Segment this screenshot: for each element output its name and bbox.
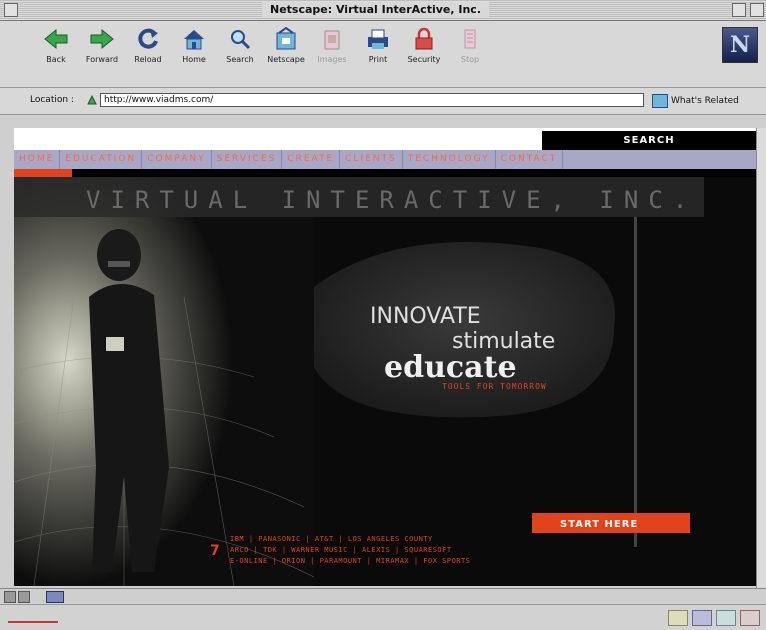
zoom-box-icon[interactable]: [732, 3, 746, 17]
page-content: SEARCH HOME EDUCATION COMPANY SERVICES C…: [14, 128, 756, 586]
netscape-icon: [276, 27, 296, 50]
client-line-2: ARCO | TDK | WARNER MUSIC | ALEXIS | SQU…: [230, 546, 452, 554]
nav-home[interactable]: HOME: [14, 150, 61, 169]
reload-icon: [138, 28, 158, 49]
home-active-marker: [14, 169, 72, 177]
client-line-3: E-ONLINE | ORION | PARAMOUNT | MIRAMAX |…: [230, 557, 470, 565]
scroll-right-arrow-icon[interactable]: [18, 591, 30, 603]
connection-status-icon: [8, 611, 58, 623]
stop-button[interactable]: Stop: [448, 27, 492, 83]
site-nav: HOME EDUCATION COMPANY SERVICES CREATE C…: [14, 150, 756, 169]
whats-related-button[interactable]: What's Related: [652, 92, 764, 110]
composer-icon[interactable]: [716, 610, 736, 626]
images-icon: [324, 30, 340, 50]
search-tab[interactable]: SEARCH: [542, 131, 756, 150]
images-button[interactable]: Images: [310, 27, 354, 83]
window-title: Netscape: Virtual InterActive, Inc.: [262, 2, 489, 18]
component-bar-icon[interactable]: [668, 610, 688, 626]
vertical-scrollbar[interactable]: [756, 128, 766, 588]
location-bar: Location : What's Related: [0, 88, 766, 115]
netscape-button[interactable]: Netscape: [264, 27, 308, 83]
window-title-bar[interactable]: Netscape: Virtual InterActive, Inc.: [0, 0, 766, 21]
location-label: Location :: [30, 95, 74, 105]
nav-company[interactable]: COMPANY: [142, 150, 212, 169]
tagline-educate: educate: [384, 350, 517, 385]
navigation-toolbar: Back Forward Reload Home Search Netscape…: [0, 21, 766, 88]
banner-text: VIRTUAL INTERACTIVE, INC.: [86, 186, 697, 214]
mail-icon[interactable]: [692, 610, 712, 626]
page-proxy-icon[interactable]: [86, 94, 98, 106]
reload-button[interactable]: Reload: [126, 27, 170, 83]
print-button[interactable]: Print: [356, 27, 400, 83]
nav-education[interactable]: EDUCATION: [60, 150, 143, 169]
scroll-thumb[interactable]: [46, 591, 64, 603]
close-box-icon[interactable]: [4, 3, 18, 17]
collapse-box-icon[interactable]: [750, 3, 764, 17]
scroll-left-arrow-icon[interactable]: [4, 591, 16, 603]
netscape-logo[interactable]: N: [722, 27, 758, 63]
tagline-tools: TOOLS FOR TOMORROW: [442, 382, 547, 391]
nav-contact[interactable]: CONTACT: [496, 150, 564, 169]
security-lock-icon: [415, 27, 433, 50]
status-bar: [0, 604, 766, 630]
nav-clients[interactable]: CLIENTS: [340, 150, 403, 169]
related-icon: [652, 93, 668, 108]
home-icon: [184, 30, 204, 50]
tagline-innovate: INNOVATE: [370, 304, 481, 329]
security-button[interactable]: Security: [402, 27, 446, 83]
start-here-label: START HERE: [560, 519, 638, 530]
search-strip: SEARCH: [14, 128, 756, 150]
print-icon: [368, 29, 388, 49]
horizontal-scrollbar[interactable]: [0, 588, 766, 604]
nav-create[interactable]: CREATE: [282, 150, 341, 169]
forward-arrow-icon: [90, 28, 114, 50]
forward-button[interactable]: Forward: [80, 27, 124, 83]
back-arrow-icon: [44, 28, 68, 50]
address-book-icon[interactable]: [740, 610, 760, 626]
hero-graphic: VIRTUAL INTERACTIVE, INC. INNOVATE stimu…: [14, 177, 756, 586]
nav-services[interactable]: SERVICES: [212, 150, 283, 169]
location-url-input[interactable]: [100, 93, 644, 107]
stop-icon: [464, 29, 476, 49]
search-button[interactable]: Search: [218, 27, 262, 83]
nav-technology[interactable]: TECHNOLOGY: [403, 150, 496, 169]
client-marker: 7: [210, 543, 220, 559]
divider-line: [634, 217, 637, 547]
spotlight-glow: [14, 177, 314, 586]
back-button[interactable]: Back: [34, 27, 78, 83]
home-button[interactable]: Home: [172, 27, 216, 83]
search-icon: [231, 30, 251, 50]
client-line-1: IBM | PANASONIC | AT&T | LOS ANGELES COU…: [230, 535, 433, 543]
